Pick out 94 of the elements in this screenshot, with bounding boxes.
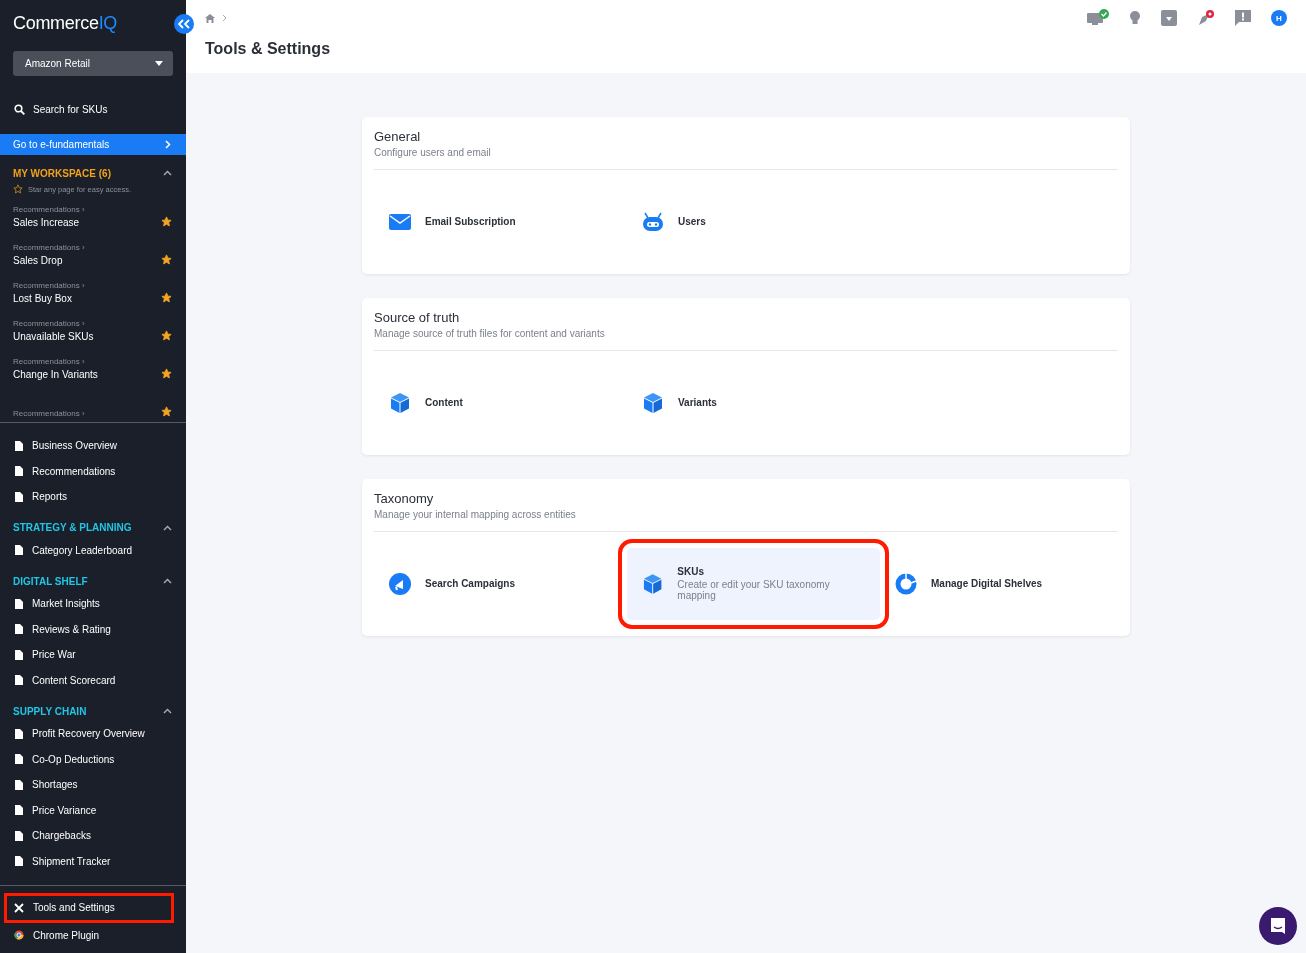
lightbulb-icon[interactable] <box>1129 10 1141 26</box>
nav-item[interactable]: Co-Op Deductions <box>4 746 174 772</box>
page-icon <box>14 466 23 477</box>
page-icon <box>14 440 23 451</box>
chevron-right-icon <box>165 140 171 149</box>
star-icon[interactable] <box>161 254 172 265</box>
home-icon[interactable] <box>205 13 215 23</box>
chevron-icon[interactable] <box>163 524 172 531</box>
feedback-icon[interactable] <box>1235 10 1251 26</box>
page-icon <box>14 856 23 867</box>
page-icon <box>14 675 23 686</box>
favorite-link[interactable]: Change In Variants <box>13 369 98 380</box>
section-heading: MY WORKSPACE (6) <box>13 167 111 179</box>
nav-item[interactable]: Recommendations <box>4 458 174 484</box>
nav-item[interactable]: Reviews & Rating <box>4 616 174 642</box>
breadcrumb-text: Recommendations › <box>13 243 85 252</box>
star-icon[interactable] <box>161 330 172 341</box>
page-icon <box>14 545 23 556</box>
favorite-link[interactable]: Sales Drop <box>13 255 85 266</box>
nav-item[interactable]: Price War <box>4 642 174 668</box>
cube-icon <box>642 391 664 414</box>
chat-button[interactable] <box>1259 907 1297 945</box>
breadcrumb-text: Recommendations › <box>13 281 85 290</box>
search-icon <box>14 103 25 115</box>
card-title: Taxonomy <box>374 491 435 506</box>
sku-search[interactable]: Search for SKUs <box>0 98 186 120</box>
settings-tile[interactable]: Email Subscription <box>374 203 627 240</box>
nav-item[interactable]: Profit Recovery Overview <box>4 721 174 747</box>
settings-tile[interactable]: Variants <box>627 381 880 424</box>
double-chevron-left-icon <box>178 19 190 29</box>
envelope-icon <box>389 213 411 230</box>
nav-item[interactable]: Category Leaderboard <box>4 537 174 563</box>
collapse-sidebar-button[interactable] <box>174 14 194 34</box>
section-heading: DIGITAL SHELF <box>13 575 88 587</box>
breadcrumb-text: Recommendations › <box>13 357 86 366</box>
chat-icon <box>1269 917 1287 935</box>
settings-tile[interactable]: Search Campaigns <box>374 562 627 605</box>
section-heading: STRATEGY & PLANNING <box>13 522 132 533</box>
cube-icon <box>389 391 411 414</box>
page-icon <box>14 649 23 660</box>
caret-icon <box>155 61 163 66</box>
nav-item[interactable]: Price Variance <box>4 797 174 823</box>
breadcrumb-text: Recommendations › <box>13 409 85 418</box>
page-icon <box>14 598 23 609</box>
card-title: General <box>374 129 422 144</box>
page-icon <box>14 754 23 765</box>
breadcrumb-text: Recommendations › <box>13 319 86 328</box>
settings-tile[interactable]: Manage Digital Shelves <box>880 562 1133 605</box>
page-icon <box>14 779 23 790</box>
user-avatar[interactable]: H <box>1271 10 1287 26</box>
megaphone-icon <box>389 572 411 595</box>
card-subtitle: Configure users and email <box>374 147 1118 170</box>
nav-item[interactable]: Reports <box>4 484 174 510</box>
page-icon <box>14 830 23 841</box>
chrome-icon <box>14 930 24 941</box>
page-icon <box>14 805 23 816</box>
page-icon <box>14 491 23 502</box>
favorite-link[interactable]: Unavailable SKUs <box>13 331 94 342</box>
page-title: Tools & Settings <box>205 40 332 58</box>
breadcrumb-text: Recommendations › <box>13 205 85 214</box>
chevron-icon[interactable] <box>163 170 172 176</box>
nav-item[interactable]: Shortages <box>4 772 174 798</box>
nav-item[interactable]: Chargebacks <box>4 823 174 849</box>
nav-item[interactable]: Tools and Settings <box>4 892 174 923</box>
settings-tile[interactable]: Users <box>627 201 880 242</box>
chevron-icon[interactable] <box>163 578 172 584</box>
nav-item[interactable]: Business Overview <box>4 433 174 459</box>
nav-item[interactable]: Chrome Plugin <box>4 922 174 948</box>
donut-chart-icon <box>895 572 917 595</box>
nav-item[interactable]: Content Scorecard <box>4 667 174 693</box>
settings-tile[interactable]: Content <box>374 381 627 424</box>
star-icon[interactable] <box>161 406 172 417</box>
favorite-link[interactable]: Lost Buy Box <box>13 293 85 304</box>
nav-item[interactable]: Market Insights <box>4 591 174 617</box>
favorite-link[interactable]: Sales Increase <box>13 217 85 228</box>
star-icon[interactable] <box>161 368 172 379</box>
star-icon[interactable] <box>161 216 172 227</box>
monitor-check-icon[interactable] <box>1087 9 1109 27</box>
commerceiq-logo: CommerceIQ <box>13 12 118 34</box>
cube-icon <box>642 572 664 595</box>
star-icon[interactable] <box>161 292 172 303</box>
robot-icon <box>642 211 664 232</box>
chevron-right-icon <box>222 14 227 22</box>
card-title: Source of truth <box>374 310 461 325</box>
section-heading: SUPPLY CHAIN <box>13 705 87 717</box>
e-fundamentals-link[interactable]: Go to e-fundamentals <box>0 134 186 155</box>
star-outline-icon <box>13 184 23 194</box>
card-subtitle: Manage source of truth files for content and variants <box>374 328 1118 351</box>
chevron-icon[interactable] <box>163 708 172 714</box>
card-subtitle: Manage your internal mapping across entities <box>374 509 1118 532</box>
retailer-dropdown[interactable]: Amazon Retail <box>13 51 173 76</box>
page-icon <box>14 728 23 739</box>
nav-item[interactable]: Shipment Tracker <box>4 848 174 874</box>
page-icon <box>14 624 23 635</box>
